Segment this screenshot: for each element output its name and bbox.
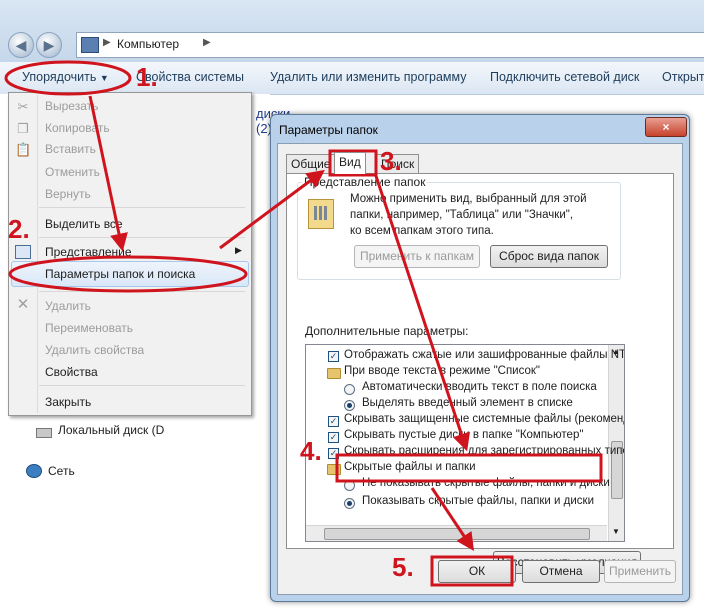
ok-highlight	[430, 555, 514, 587]
step-3-label: 3.	[380, 146, 402, 176]
arrow-4	[430, 487, 474, 551]
arrow-1	[88, 95, 128, 252]
folder-options-highlight-ellipse	[8, 255, 248, 293]
tab-view[interactable]: Вид	[334, 152, 366, 174]
step-5-label: 5.	[392, 552, 414, 582]
annotation-overlay	[4, 60, 603, 587]
arrow-3	[374, 175, 471, 452]
show-hidden-highlight	[335, 453, 603, 483]
step-1-label: 1.	[136, 62, 158, 92]
arrow-2	[219, 169, 325, 250]
step-4-label: 4.	[300, 436, 322, 466]
organize-highlight-ellipse	[4, 60, 132, 96]
step-2-label: 2.	[8, 214, 30, 244]
